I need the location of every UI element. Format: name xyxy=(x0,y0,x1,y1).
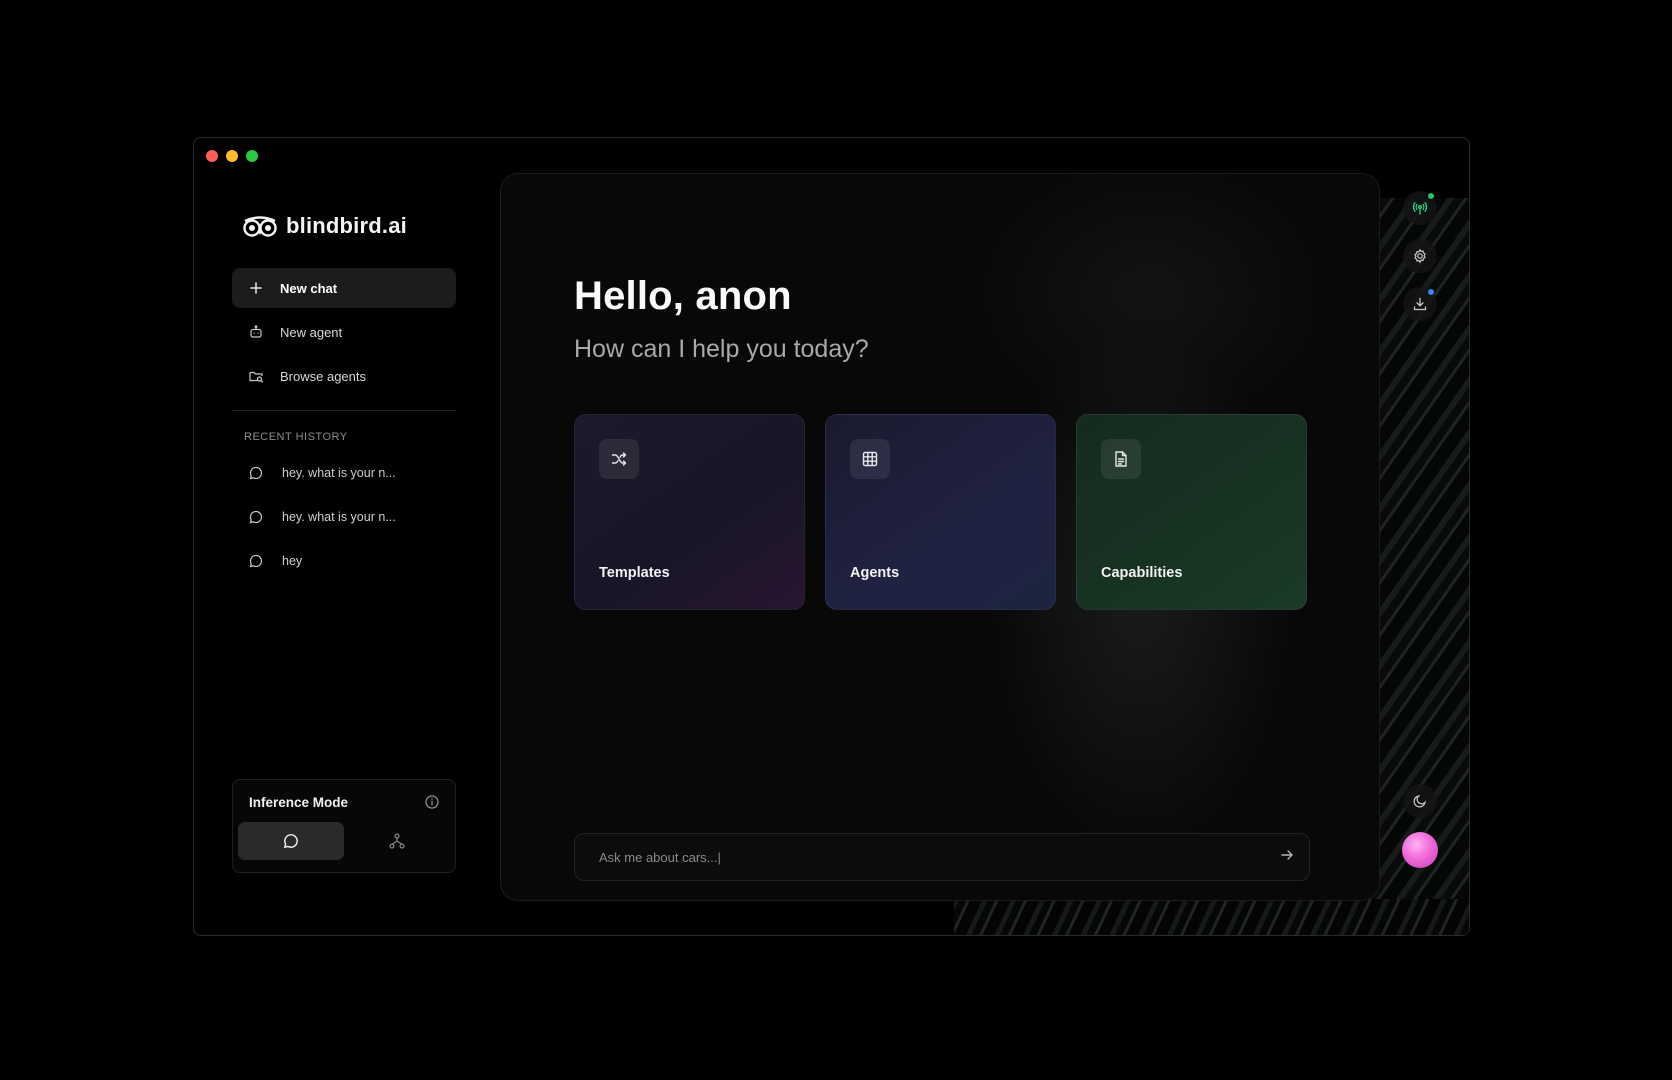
history-item[interactable]: hey. what is your n... xyxy=(232,453,456,493)
history-item[interactable]: hey. what is your n... xyxy=(232,497,456,537)
agent-mode-button[interactable] xyxy=(344,822,450,860)
maximize-window-button[interactable] xyxy=(246,150,258,162)
moon-icon xyxy=(1413,794,1427,808)
new-agent-label: New agent xyxy=(280,324,343,340)
folder-search-icon xyxy=(249,371,264,383)
chat-bubble-icon xyxy=(249,510,263,524)
arrow-right-icon xyxy=(1281,849,1293,860)
history-item[interactable]: hey xyxy=(232,541,456,581)
inference-mode-panel: Inference Mode xyxy=(232,779,456,873)
inference-mode-header: Inference Mode xyxy=(233,780,455,810)
greeting: Hello, anon How can I help you today? xyxy=(574,274,869,364)
greeting-title: Hello, anon xyxy=(574,274,792,318)
shuffle-icon xyxy=(599,439,639,479)
broadcast-icon xyxy=(1412,202,1428,215)
window-controls xyxy=(206,150,258,162)
history-item-label: hey xyxy=(282,554,303,568)
download-button[interactable] xyxy=(1403,287,1437,321)
history-list: hey. what is your n... hey. what is your… xyxy=(232,453,456,581)
browse-agents-label: Browse agents xyxy=(280,368,366,384)
user-avatar-orb[interactable] xyxy=(1402,832,1438,868)
send-button[interactable] xyxy=(1279,847,1295,868)
new-chat-label: New chat xyxy=(280,280,338,296)
broadcast-button[interactable] xyxy=(1403,191,1437,225)
templates-card-label: Templates xyxy=(599,565,670,581)
document-icon xyxy=(1101,439,1141,479)
sidebar-divider xyxy=(232,410,456,411)
inference-mode-toggle xyxy=(238,822,450,860)
browse-agents-button[interactable]: Browse agents xyxy=(232,356,456,396)
templates-card[interactable]: Templates xyxy=(574,414,805,610)
gear-icon xyxy=(1414,248,1426,264)
history-item-label: hey. what is your n... xyxy=(282,466,396,480)
inference-mode-title: Inference Mode xyxy=(249,794,349,810)
chat-bubble-icon xyxy=(283,834,298,849)
main-panel: Hello, anon How can I help you today? Te… xyxy=(500,173,1380,901)
settings-button[interactable] xyxy=(1403,239,1437,273)
greeting-subtitle: How can I help you today? xyxy=(574,335,869,363)
chat-bubble-icon xyxy=(249,554,263,568)
background-texture-bottom xyxy=(954,899,1469,935)
info-icon[interactable] xyxy=(424,794,440,810)
recent-history-heading: RECENT HISTORY xyxy=(244,431,348,443)
chat-mode-button[interactable] xyxy=(238,822,344,860)
plus-icon xyxy=(250,282,262,294)
agents-card-label: Agents xyxy=(850,565,900,581)
brand-name: blindbird.ai xyxy=(286,213,407,238)
app-window: blindbird.ai New chat New agent Browse a… xyxy=(193,137,1470,936)
history-item-label: hey. what is your n... xyxy=(282,510,396,524)
close-window-button[interactable] xyxy=(206,150,218,162)
download-status-dot xyxy=(1428,289,1434,295)
minimize-window-button[interactable] xyxy=(226,150,238,162)
feature-cards: Templates Agents Capabilities xyxy=(574,414,1307,610)
theme-toggle-button[interactable] xyxy=(1403,784,1437,818)
network-icon xyxy=(389,833,405,849)
brand[interactable]: blindbird.ai xyxy=(242,208,456,244)
agents-card[interactable]: Agents xyxy=(825,414,1056,610)
new-chat-button[interactable]: New chat xyxy=(232,268,456,308)
sidebar-nav: New chat New agent Browse agents xyxy=(232,268,456,396)
grid-icon xyxy=(850,439,890,479)
capabilities-card-label: Capabilities xyxy=(1101,565,1183,581)
new-agent-button[interactable]: New agent xyxy=(232,312,456,352)
robot-icon xyxy=(250,325,262,338)
chat-bubble-icon xyxy=(249,466,263,480)
download-icon xyxy=(1413,297,1427,311)
owl-logo-icon xyxy=(243,216,277,237)
online-status-dot xyxy=(1428,193,1434,199)
chat-input[interactable] xyxy=(599,849,1239,865)
chat-input-bar xyxy=(574,833,1310,881)
capabilities-card[interactable]: Capabilities xyxy=(1076,414,1307,610)
